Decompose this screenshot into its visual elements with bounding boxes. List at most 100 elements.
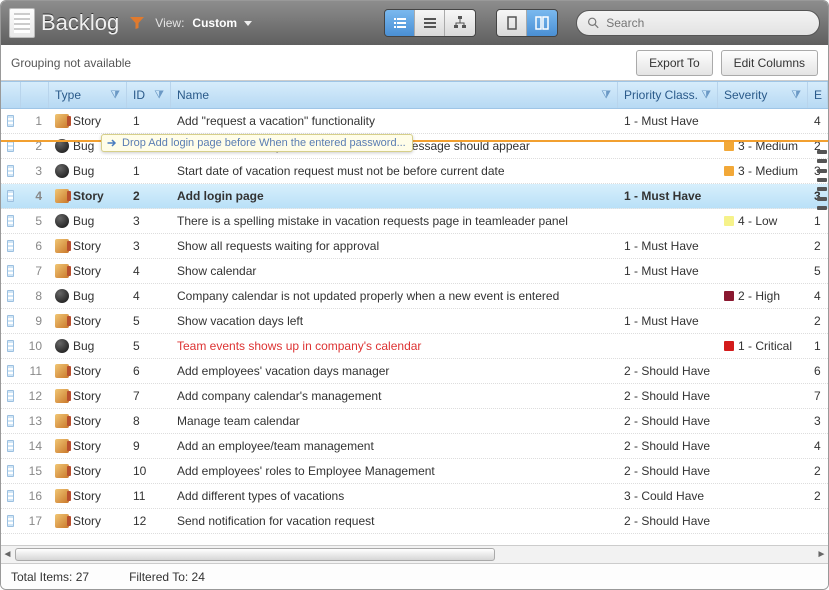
drag-handle[interactable] [1, 365, 21, 377]
cell-type: Story [49, 239, 127, 253]
drag-handle[interactable] [1, 340, 21, 352]
search-box[interactable] [576, 10, 820, 36]
table-row[interactable]: 14Story9Add an employee/team management2… [1, 434, 828, 459]
drag-handle[interactable] [1, 240, 21, 252]
col-name[interactable]: Name⧩ [171, 82, 618, 108]
cell-type: Story [49, 489, 127, 503]
view-dropdown[interactable]: Custom [190, 16, 252, 30]
filter-icon[interactable]: ⧩ [601, 89, 611, 102]
col-priority[interactable]: Priority Class.⧩ [618, 82, 718, 108]
scroll-thumb[interactable] [15, 548, 495, 561]
cell-name: Show calendar [171, 264, 618, 278]
cell-name: Manage team calendar [171, 414, 618, 428]
scroll-left-button[interactable]: ◄ [1, 548, 14, 561]
cell-id: 7 [127, 389, 171, 403]
col-est[interactable]: E [808, 82, 828, 108]
drag-handle[interactable] [1, 490, 21, 502]
table-row[interactable]: 1Story1Add "request a vacation" function… [1, 109, 828, 134]
table-row[interactable]: 5Bug3There is a spelling mistake in vaca… [1, 209, 828, 234]
split-column-button[interactable] [527, 10, 557, 36]
drag-handle[interactable] [1, 265, 21, 277]
single-column-button[interactable] [497, 10, 527, 36]
caret-down-icon [244, 21, 252, 26]
table-row[interactable]: 15Story10Add employees' roles to Employe… [1, 459, 828, 484]
footer: Total Items: 27 Filtered To: 24 [1, 563, 828, 589]
drag-handle[interactable] [1, 290, 21, 302]
search-input[interactable] [606, 16, 809, 30]
cell-type: Bug [49, 164, 127, 178]
side-scrubber[interactable] [817, 150, 827, 210]
table-row[interactable]: 13Story8Manage team calendar2 - Should H… [1, 409, 828, 434]
table-row[interactable]: 12Story7Add company calendar's managemen… [1, 384, 828, 409]
bug-icon [55, 214, 69, 228]
cell-priority: 1 - Must Have [618, 189, 718, 203]
cell-estimate: 2 [808, 489, 828, 503]
table-row[interactable]: 4Story2Add login page1 - Must Have3 [1, 184, 828, 209]
edit-columns-button[interactable]: Edit Columns [721, 50, 818, 76]
cell-name: There is a spelling mistake in vacation … [171, 214, 618, 228]
table-row[interactable]: 8Bug4Company calendar is not updated pro… [1, 284, 828, 309]
drag-handle[interactable] [1, 440, 21, 452]
table-row[interactable]: 7Story4Show calendar1 - Must Have5 [1, 259, 828, 284]
col-type[interactable]: Type⧩ [49, 82, 127, 108]
drag-handle[interactable] [1, 190, 21, 202]
drag-handle[interactable] [1, 390, 21, 402]
cell-id: 1 [127, 114, 171, 128]
cell-name: Add employees' roles to Employee Managem… [171, 464, 618, 478]
table-row[interactable]: 10Bug5Team events shows up in company's … [1, 334, 828, 359]
drag-handle[interactable] [1, 165, 21, 177]
grid: Type⧩ ID⧩ Name⧩ Priority Class.⧩ Severit… [1, 81, 828, 563]
table-row[interactable]: 6Story3Show all requests waiting for app… [1, 234, 828, 259]
row-number: 9 [21, 314, 49, 328]
tree-view-button[interactable] [445, 10, 475, 36]
filter-icon[interactable]: ⧩ [154, 89, 164, 102]
cell-id: 9 [127, 439, 171, 453]
table-row[interactable]: 17Story12Send notification for vacation … [1, 509, 828, 534]
story-icon [55, 489, 69, 503]
table-row[interactable]: 9Story5Show vacation days left1 - Must H… [1, 309, 828, 334]
grid-body[interactable]: Drop Add login page before When the ente… [1, 109, 828, 545]
cell-id: 4 [127, 264, 171, 278]
row-number: 12 [21, 389, 49, 403]
view-mode-group-1 [384, 9, 476, 37]
drag-handle[interactable] [1, 115, 21, 127]
bug-icon [55, 339, 69, 353]
export-button[interactable]: Export To [636, 50, 712, 76]
cell-estimate: 2 [808, 314, 828, 328]
row-number: 8 [21, 289, 49, 303]
cell-type: Bug [49, 289, 127, 303]
filter-icon[interactable]: ⧩ [110, 89, 120, 102]
cell-priority: 2 - Should Have [618, 464, 718, 478]
cell-type: Story [49, 114, 127, 128]
story-icon [55, 464, 69, 478]
cell-priority: 1 - Must Have [618, 264, 718, 278]
drag-handle[interactable] [1, 315, 21, 327]
filter-icon[interactable]: ⧩ [791, 89, 801, 102]
scroll-right-button[interactable]: ► [815, 548, 828, 561]
table-row[interactable]: 3Bug1Start date of vacation request must… [1, 159, 828, 184]
cell-type: Story [49, 264, 127, 278]
row-number: 16 [21, 489, 49, 503]
col-severity[interactable]: Severity⧩ [718, 82, 808, 108]
table-row[interactable]: 11Story6Add employees' vacation days man… [1, 359, 828, 384]
cell-estimate: 1 [808, 214, 828, 228]
cell-id: 10 [127, 464, 171, 478]
cell-severity: 4 - Low [718, 214, 808, 228]
severity-swatch [724, 166, 734, 176]
filter-icon[interactable]: ⧩ [701, 89, 711, 102]
cell-name: Add "request a vacation" functionality [171, 114, 618, 128]
table-row[interactable]: 16Story11Add different types of vacation… [1, 484, 828, 509]
drag-handle[interactable] [1, 515, 21, 527]
list-view-button[interactable] [385, 10, 415, 36]
drag-handle[interactable] [1, 465, 21, 477]
grouping-status: Grouping not available [11, 56, 131, 70]
horizontal-scrollbar[interactable]: ◄ ► [1, 545, 828, 563]
cell-name: Send notification for vacation request [171, 514, 618, 528]
compact-view-button[interactable] [415, 10, 445, 36]
col-id[interactable]: ID⧩ [127, 82, 171, 108]
col-drag [1, 82, 21, 108]
cell-estimate: 1 [808, 339, 828, 353]
filter-icon[interactable] [129, 15, 145, 31]
drag-handle[interactable] [1, 415, 21, 427]
drag-handle[interactable] [1, 215, 21, 227]
